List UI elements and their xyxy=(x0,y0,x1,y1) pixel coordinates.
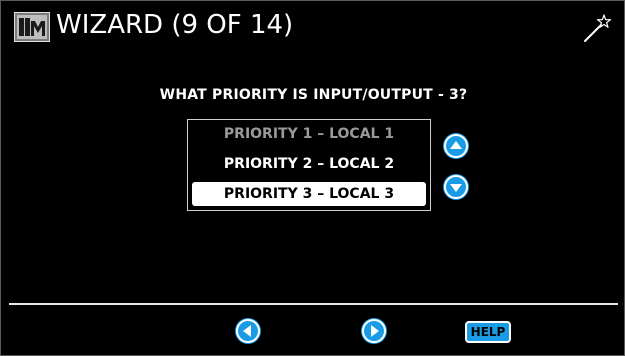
chevron-down-icon xyxy=(450,184,462,192)
scroll-up-button[interactable] xyxy=(444,134,468,158)
list-item[interactable]: PRIORITY 1 – LOCAL 1 xyxy=(192,122,426,146)
module-logo-icon xyxy=(14,12,50,42)
next-button[interactable] xyxy=(362,319,386,343)
chevron-right-icon xyxy=(371,325,379,337)
previous-button[interactable] xyxy=(236,319,260,343)
scroll-down-button[interactable] xyxy=(444,175,468,199)
help-button[interactable]: HELP xyxy=(465,321,511,343)
chevron-up-icon xyxy=(450,141,462,149)
footer-divider xyxy=(9,303,618,305)
list-item[interactable]: PRIORITY 2 – LOCAL 2 xyxy=(192,152,426,176)
page-title: WIZARD (9 OF 14) xyxy=(56,10,294,40)
wizard-screen: WIZARD (9 OF 14) WHAT PRIORITY IS INPUT/… xyxy=(0,0,625,356)
priority-listbox[interactable]: PRIORITY 1 – LOCAL 1 PRIORITY 2 – LOCAL … xyxy=(187,119,431,211)
wizard-question: WHAT PRIORITY IS INPUT/OUTPUT - 3? xyxy=(159,87,468,103)
list-item-selected[interactable]: PRIORITY 3 – LOCAL 3 xyxy=(192,182,426,206)
chevron-left-icon xyxy=(243,325,251,337)
magic-wand-icon[interactable] xyxy=(581,13,613,45)
